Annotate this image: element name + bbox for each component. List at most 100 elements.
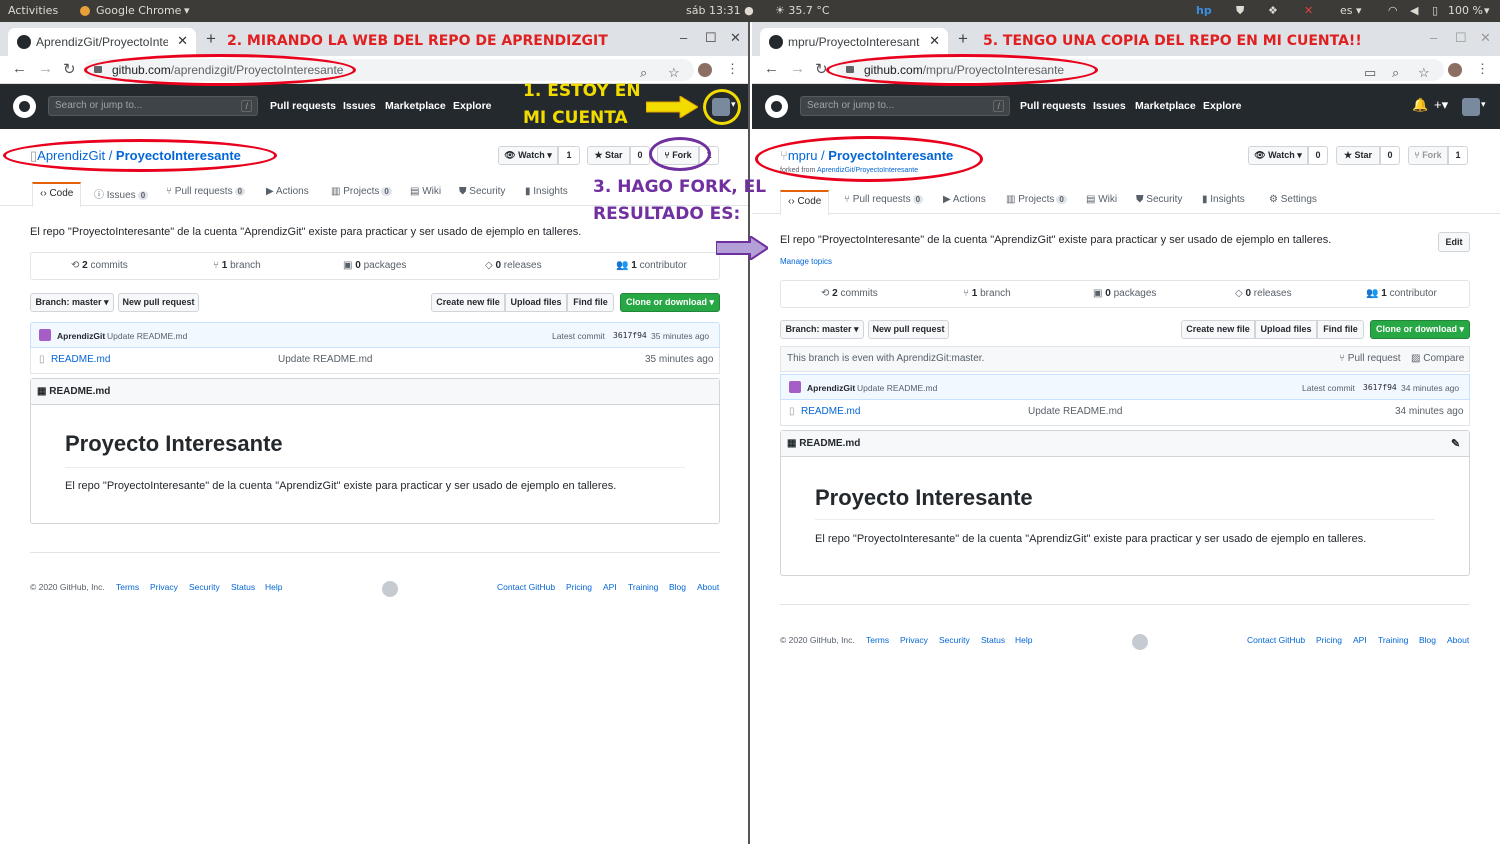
- close-tab-icon[interactable]: ✕: [929, 33, 940, 49]
- dropbox-icon[interactable]: ❖: [1268, 4, 1278, 17]
- footer-terms[interactable]: Terms: [116, 582, 139, 592]
- packages-link[interactable]: ▣ 0 packages: [343, 260, 406, 271]
- footer-privacy[interactable]: Privacy: [150, 582, 178, 592]
- app-menu-label[interactable]: Google Chrome: [96, 4, 181, 17]
- footer-training[interactable]: Training: [1378, 635, 1408, 645]
- chrome-menu-icon[interactable]: ⋮: [726, 61, 739, 77]
- footer-pricing[interactable]: Pricing: [1316, 635, 1342, 645]
- watch-button[interactable]: 👁 Watch ▾: [1248, 146, 1308, 165]
- bookmark-star-icon[interactable]: ☆: [1418, 65, 1430, 81]
- cast-icon[interactable]: ▭: [1364, 65, 1376, 81]
- minimize-icon[interactable]: –: [1430, 30, 1437, 45]
- bookmark-star-icon[interactable]: ☆: [668, 65, 680, 81]
- tab-security[interactable]: ⛊ Security: [459, 186, 505, 197]
- weather-indicator[interactable]: ☀ 35.7 °C: [775, 4, 830, 17]
- star-button[interactable]: ★ Star: [587, 146, 630, 165]
- forward-icon[interactable]: →: [38, 60, 53, 77]
- commit-sha[interactable]: 3617f94: [613, 331, 647, 340]
- footer-help[interactable]: Help: [1015, 635, 1032, 645]
- search-input[interactable]: Search or jump to... /: [48, 96, 258, 116]
- commit-sha[interactable]: 3617f94: [1363, 383, 1397, 392]
- close-window-icon[interactable]: ✕: [1480, 30, 1491, 46]
- battery-icon[interactable]: ▯: [1432, 4, 1438, 17]
- tab-actions[interactable]: ▶ Actions: [266, 186, 309, 197]
- profile-avatar[interactable]: [698, 63, 712, 77]
- tab-projects[interactable]: ▥ Projects 0: [1006, 194, 1067, 205]
- back-icon[interactable]: ←: [764, 60, 779, 77]
- footer-security[interactable]: Security: [939, 635, 970, 645]
- commit-author-avatar[interactable]: [39, 329, 51, 341]
- footer-api[interactable]: API: [603, 582, 617, 592]
- watch-button[interactable]: 👁 Watch ▾: [498, 146, 558, 165]
- footer-about[interactable]: About: [697, 582, 719, 592]
- watch-count[interactable]: 1: [558, 146, 580, 165]
- clone-download-button[interactable]: Clone or download ▾: [1370, 320, 1470, 339]
- contributors-link[interactable]: 👥 1 contributor: [1366, 288, 1437, 299]
- contributors-link[interactable]: 👥 1 contributor: [616, 260, 687, 271]
- branches-link[interactable]: ⑂ 1 branch: [213, 260, 261, 271]
- new-pull-request-button[interactable]: New pull request: [118, 293, 199, 312]
- file-name-link[interactable]: README.md: [801, 406, 860, 417]
- footer-training[interactable]: Training: [628, 582, 658, 592]
- star-count[interactable]: 0: [630, 146, 650, 165]
- hp-icon[interactable]: hp: [1196, 4, 1212, 17]
- footer-contact[interactable]: Contact GitHub: [497, 582, 555, 592]
- github-logo-icon[interactable]: [13, 95, 36, 118]
- nav-pull-requests[interactable]: Pull requests: [270, 100, 336, 112]
- new-tab-icon[interactable]: +: [958, 29, 968, 49]
- upload-files-button[interactable]: Upload files: [1255, 320, 1317, 339]
- tab-wiki[interactable]: ▤ Wiki: [1086, 194, 1117, 205]
- commit-message[interactable]: Update README.md: [107, 331, 187, 341]
- close-window-icon[interactable]: ✕: [730, 30, 741, 46]
- create-new-file-button[interactable]: Create new file: [431, 293, 505, 312]
- commit-author-avatar[interactable]: [789, 381, 801, 393]
- tab-issues[interactable]: ⓘ Issues 0: [94, 186, 149, 201]
- footer-blog[interactable]: Blog: [669, 582, 686, 592]
- file-commit-message[interactable]: Update README.md: [1028, 406, 1122, 417]
- footer-terms[interactable]: Terms: [866, 635, 889, 645]
- zoom-icon[interactable]: ⌕: [640, 65, 647, 81]
- network-error-icon[interactable]: ✕: [1304, 4, 1313, 17]
- nav-marketplace[interactable]: Marketplace: [1135, 100, 1196, 112]
- tab-code[interactable]: ‹› Code: [32, 182, 82, 207]
- footer-blog[interactable]: Blog: [1419, 635, 1436, 645]
- tab-pull-requests[interactable]: ⑂ Pull requests 0: [844, 194, 924, 205]
- commit-author[interactable]: AprendizGit: [57, 331, 105, 341]
- tab-insights[interactable]: ▮ Insights: [1202, 194, 1245, 205]
- tab-insights[interactable]: ▮ Insights: [525, 186, 568, 197]
- commits-link[interactable]: ⟲ 2 commits: [821, 288, 878, 299]
- footer-status[interactable]: Status: [981, 635, 1005, 645]
- footer-pricing[interactable]: Pricing: [566, 582, 592, 592]
- upload-files-button[interactable]: Upload files: [505, 293, 567, 312]
- create-new-file-button[interactable]: Create new file: [1181, 320, 1255, 339]
- nav-pull-requests[interactable]: Pull requests: [1020, 100, 1086, 112]
- releases-link[interactable]: ◇ 0 releases: [1235, 288, 1292, 299]
- branch-select[interactable]: Branch: master ▾: [30, 293, 114, 312]
- nav-issues[interactable]: Issues: [1093, 100, 1126, 112]
- github-logo-icon[interactable]: [765, 95, 788, 118]
- clock[interactable]: sáb 13:31 ●: [686, 4, 754, 17]
- footer-contact[interactable]: Contact GitHub: [1247, 635, 1305, 645]
- file-name-link[interactable]: README.md: [51, 354, 110, 365]
- browser-tab[interactable]: AprendizGit/ProyectoInteresante ✕: [8, 28, 196, 56]
- user-avatar[interactable]: [1462, 98, 1480, 116]
- language-indicator[interactable]: es ▾: [1340, 4, 1362, 17]
- commit-author[interactable]: AprendizGit: [807, 383, 855, 393]
- footer-help[interactable]: Help: [265, 582, 282, 592]
- profile-avatar[interactable]: [1448, 63, 1462, 77]
- browser-tab[interactable]: mpru/ProyectoInteresante ✕: [760, 28, 948, 56]
- commits-link[interactable]: ⟲ 2 commits: [71, 260, 128, 271]
- manage-topics-link[interactable]: Manage topics: [780, 257, 832, 266]
- fork-count[interactable]: 1: [1448, 146, 1468, 165]
- forward-icon[interactable]: →: [790, 60, 805, 77]
- chrome-menu-icon[interactable]: ⋮: [1476, 61, 1489, 77]
- tab-pull-requests[interactable]: ⑂ Pull requests 0: [166, 186, 246, 197]
- shield-icon[interactable]: ⛊: [1236, 4, 1244, 18]
- tab-code[interactable]: ‹› Code: [780, 190, 830, 215]
- footer-github-logo-icon[interactable]: [1132, 634, 1148, 650]
- minimize-icon[interactable]: –: [680, 30, 687, 45]
- back-icon[interactable]: ←: [12, 60, 27, 77]
- packages-link[interactable]: ▣ 0 packages: [1093, 288, 1156, 299]
- file-commit-message[interactable]: Update README.md: [278, 354, 372, 365]
- new-pull-request-button[interactable]: New pull request: [868, 320, 949, 339]
